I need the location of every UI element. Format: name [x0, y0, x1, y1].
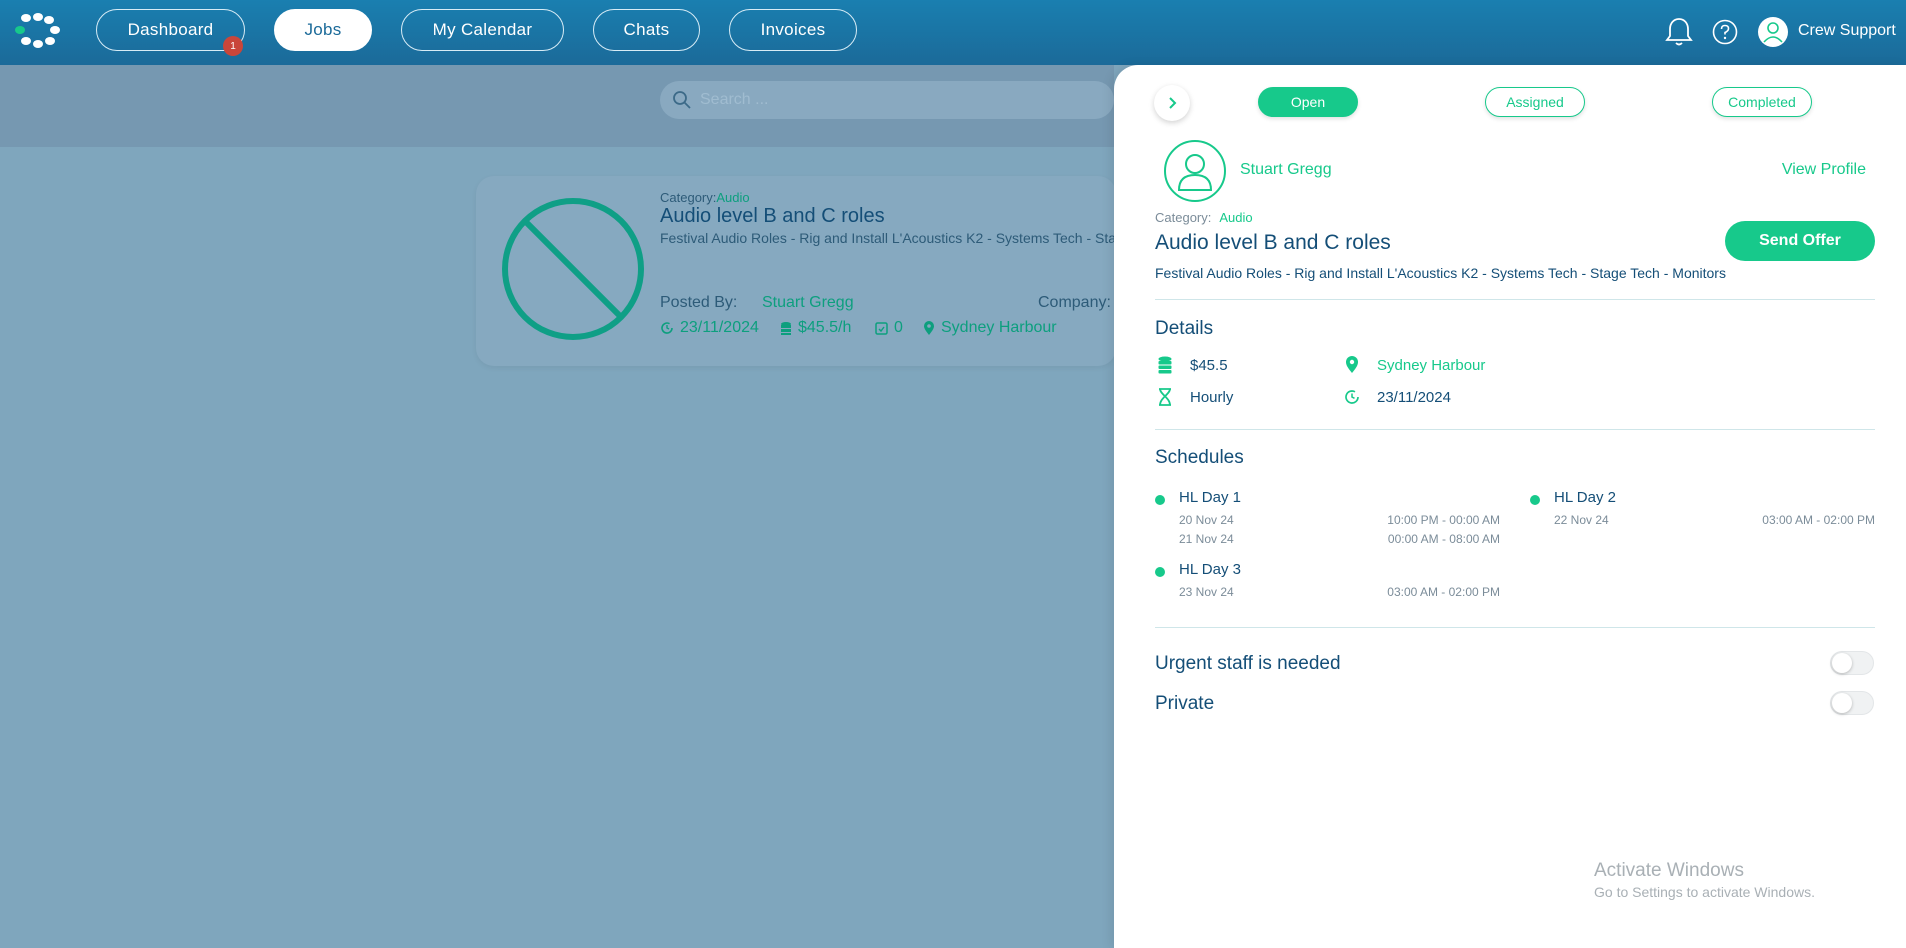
job-card[interactable]: Category:Audio Audio level B and C roles…	[476, 176, 1116, 366]
search-input[interactable]: Search ...	[660, 81, 1114, 119]
job-card-description: Festival Audio Roles - Rig and Install L…	[660, 230, 1116, 246]
nav-invoices-button[interactable]: Invoices	[729, 9, 857, 51]
nav-my-calendar-label: My Calendar	[432, 20, 533, 39]
user-outline-icon	[1177, 154, 1213, 191]
hourglass-icon	[1159, 388, 1171, 406]
poster-avatar[interactable]	[1164, 140, 1226, 202]
status-tab-completed[interactable]: Completed	[1712, 87, 1812, 117]
schedule-date: 20 Nov 24	[1179, 513, 1234, 527]
job-card-company-label: Company:	[1038, 294, 1111, 311]
schedule-date: 23 Nov 24	[1179, 585, 1234, 599]
schedule-time: 03:00 AM - 02:00 PM	[1762, 513, 1875, 527]
bell-icon[interactable]	[1662, 14, 1696, 48]
divider	[1155, 299, 1875, 300]
schedule-time: 10:00 PM - 00:00 AM	[1387, 513, 1500, 527]
detail-rate-type: Hourly	[1155, 387, 1233, 407]
job-card-date: 23/11/2024	[660, 319, 759, 337]
detail-rate: $45.5	[1155, 355, 1228, 375]
location-pin-icon	[924, 320, 934, 335]
details-heading: Details	[1155, 318, 1214, 339]
schedule-bullet	[1155, 567, 1165, 577]
status-tab-open[interactable]: Open	[1258, 87, 1358, 117]
job-card-rate: $45.5/h	[780, 319, 851, 337]
toggle-knob	[1832, 693, 1852, 713]
nav-dashboard-label: Dashboard	[127, 20, 214, 39]
collapse-panel-button[interactable]	[1154, 85, 1190, 121]
detail-date: 23/11/2024	[1342, 387, 1451, 407]
nav-chats-label: Chats	[623, 20, 670, 39]
schedule-name: HL Day 2	[1554, 489, 1616, 506]
schedule-time: 03:00 AM - 02:00 PM	[1387, 585, 1500, 599]
schedule-name: HL Day 3	[1179, 561, 1241, 578]
detail-location: Sydney Harbour	[1342, 355, 1485, 375]
job-card-location: Sydney Harbour	[923, 319, 1057, 337]
current-user-name[interactable]: Crew Support	[1798, 22, 1896, 40]
search-placeholder: Search ...	[700, 91, 769, 108]
panel-category: Category: Audio	[1155, 210, 1253, 225]
schedule-bullet	[1530, 495, 1540, 505]
urgent-staff-label: Urgent staff is needed	[1155, 653, 1341, 674]
dashboard-notification-badge: 1	[223, 36, 243, 56]
schedule-time: 00:00 AM - 08:00 AM	[1387, 532, 1500, 546]
job-detail-panel: Open Assigned Completed Stuart Gregg Vie…	[1114, 65, 1906, 948]
job-card-category: Category:Audio	[660, 190, 750, 205]
nav-jobs-label: Jobs	[304, 20, 342, 39]
activate-windows-title: Activate Windows	[1594, 860, 1744, 881]
nav-invoices-label: Invoices	[760, 20, 826, 39]
schedule-name: HL Day 1	[1179, 489, 1241, 506]
private-toggle[interactable]	[1830, 691, 1874, 715]
activate-windows-subtitle: Go to Settings to activate Windows.	[1594, 884, 1815, 900]
view-profile-link[interactable]: View Profile	[1782, 161, 1866, 179]
no-image-placeholder-icon	[502, 198, 644, 340]
job-card-count: 0	[875, 319, 903, 337]
urgent-staff-toggle[interactable]	[1830, 651, 1874, 675]
schedules-heading: Schedules	[1155, 447, 1244, 468]
search-icon	[673, 91, 691, 109]
job-card-title[interactable]: Audio level B and C roles	[660, 205, 885, 228]
nav-chats-button[interactable]: Chats	[593, 9, 700, 51]
divider	[1155, 429, 1875, 430]
help-icon[interactable]	[1712, 19, 1738, 45]
date-clock-icon	[1345, 390, 1359, 404]
private-label: Private	[1155, 693, 1215, 714]
poster-name[interactable]: Stuart Gregg	[1240, 161, 1332, 179]
user-avatar-icon[interactable]	[1757, 16, 1789, 48]
date-clock-icon	[661, 322, 673, 334]
top-navigation-bar: Dashboard 1 Jobs My Calendar Chats Invoi…	[0, 0, 1906, 65]
coins-icon	[1158, 356, 1172, 374]
panel-job-title: Audio level B and C roles	[1155, 231, 1391, 254]
nav-my-calendar-button[interactable]: My Calendar	[401, 9, 564, 51]
chevron-right-icon	[1169, 97, 1177, 109]
app-logo-icon[interactable]	[14, 13, 62, 49]
send-offer-button[interactable]: Send Offer	[1725, 221, 1875, 261]
location-pin-icon	[1346, 356, 1358, 373]
coins-icon	[781, 322, 791, 335]
divider	[1155, 627, 1875, 628]
panel-job-description: Festival Audio Roles - Rig and Install L…	[1155, 265, 1726, 281]
schedule-date: 21 Nov 24	[1179, 532, 1234, 546]
schedule-date: 22 Nov 24	[1554, 513, 1609, 527]
calendar-check-icon	[875, 322, 888, 335]
schedule-bullet	[1155, 495, 1165, 505]
job-card-poster-name[interactable]: Stuart Gregg	[762, 294, 854, 312]
status-tab-assigned[interactable]: Assigned	[1485, 87, 1585, 117]
nav-jobs-button[interactable]: Jobs	[274, 9, 372, 51]
job-card-posted-by-label: Posted By:	[660, 294, 738, 311]
toggle-knob	[1832, 653, 1852, 673]
